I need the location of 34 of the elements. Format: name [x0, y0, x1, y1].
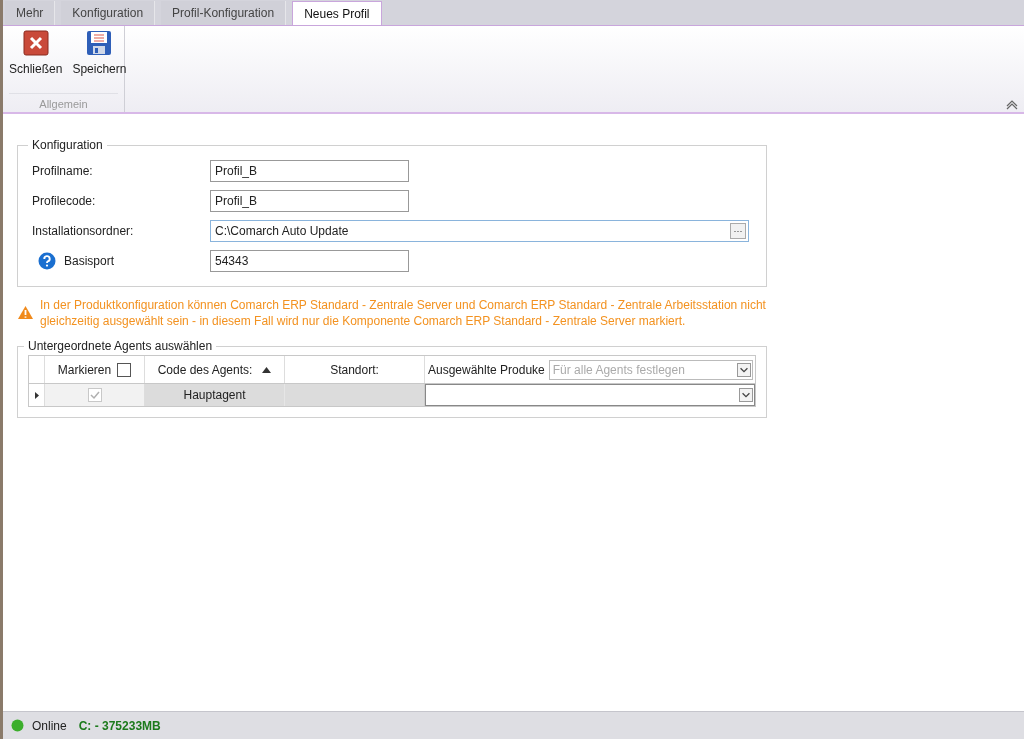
connection-status: Online [32, 717, 67, 735]
field-label: Profilname: [32, 163, 93, 180]
browse-button[interactable]: ··· [730, 223, 746, 239]
group-title: Untergeordnete Agents auswählen [27, 338, 214, 355]
folder-input-field[interactable]: C:\Comarch Auto Update ··· [210, 220, 749, 242]
ribbon-button[interactable]: Schließen [7, 30, 65, 93]
ribbon-tab[interactable]: Neues Profil [292, 1, 382, 25]
text-input-field[interactable]: Profil_B [210, 190, 409, 212]
checkbox[interactable] [117, 362, 132, 377]
warning-icon [17, 305, 34, 320]
column-header[interactable]: Code des Agents: [145, 356, 285, 383]
text-input-field[interactable]: Profil_B [210, 160, 409, 182]
text-input-field[interactable]: 54343 [210, 250, 409, 272]
ribbon-tab[interactable]: Mehr [5, 1, 56, 25]
warning-message: In der Produktkonfiguration können Comarch ERP Standard - Zentrale Server und Comarch ERP Standard - Zentrale Arbeitsstation nicht gleichzeitig ausgewählt sein - in diesem Fall wird nur die Komponente Comarch ERP Standard - Zentrale Server markiert. [40, 297, 767, 329]
row-pointer-icon [34, 391, 39, 399]
disk-space: C: - 375233MB [78, 717, 161, 735]
close-icon [22, 30, 49, 56]
dropdown-caret-icon[interactable] [737, 362, 751, 377]
field-label: Installationsordner: [32, 223, 134, 240]
column-header: Ausgewählte Produke [428, 361, 545, 379]
field-label: Profilecode: [32, 193, 96, 210]
field-label: Basisport [64, 253, 115, 270]
column-header: Standort: [285, 356, 425, 383]
ribbon-tab[interactable]: Profil-Konfiguration [161, 1, 287, 25]
ribbon-tab[interactable]: Konfiguration [61, 1, 156, 25]
help-icon[interactable] [38, 252, 56, 270]
collapse-chevron-icon[interactable] [1006, 100, 1018, 110]
ribbon-group-label: Allgemein [9, 92, 118, 112]
ribbon-button[interactable]: Speichern [70, 30, 129, 93]
column-header: Markieren [57, 361, 112, 379]
table-cell: Hauptagent [145, 384, 285, 406]
group-title: Konfiguration [31, 137, 104, 154]
sort-up-icon [262, 366, 272, 373]
